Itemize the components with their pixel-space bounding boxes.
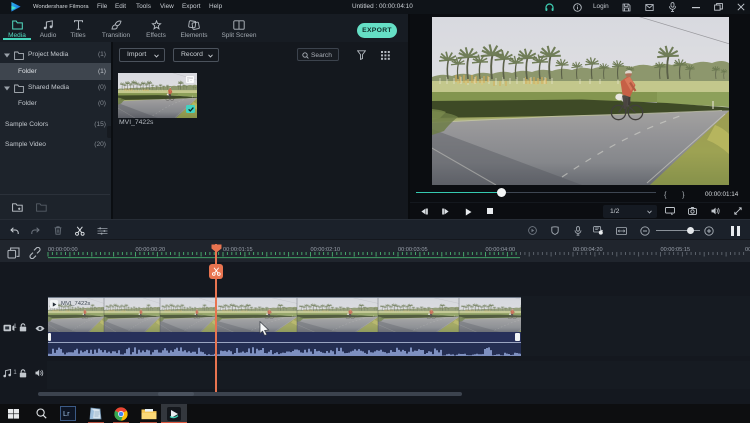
svg-text:00:0: 00:0 (745, 247, 750, 253)
